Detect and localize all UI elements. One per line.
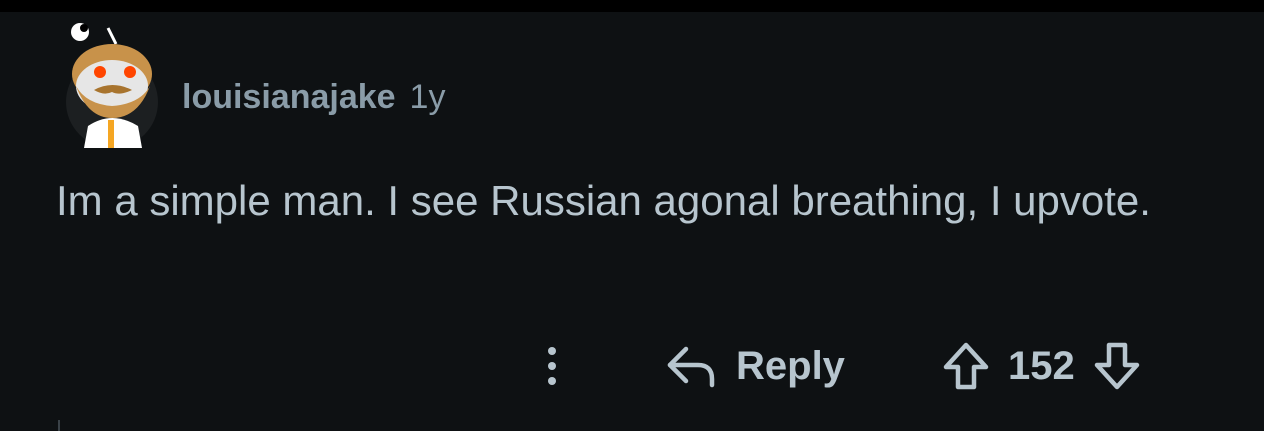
comment-header: louisianajake 1y xyxy=(182,78,445,122)
status-bar xyxy=(0,0,1264,12)
vote-count: 152 xyxy=(1008,343,1075,388)
upvote-button[interactable] xyxy=(940,341,992,391)
snoo-avatar-icon xyxy=(66,23,158,148)
vote-controls: 152 xyxy=(940,340,1143,392)
username-link[interactable]: louisianajake xyxy=(182,78,396,117)
reply-label: Reply xyxy=(736,343,845,388)
comment-body: Im a simple man. I see Russian agonal br… xyxy=(56,177,1151,224)
reply-arrow-icon xyxy=(667,346,715,388)
downvote-arrow-icon xyxy=(1094,342,1139,390)
comment-age: 1y xyxy=(409,78,446,116)
more-options-button[interactable] xyxy=(530,338,574,394)
thread-line xyxy=(58,420,60,431)
more-vertical-icon xyxy=(548,347,556,355)
reply-button[interactable]: Reply xyxy=(664,340,845,392)
upvote-arrow-icon xyxy=(943,342,989,390)
comment-actions: Reply 152 xyxy=(0,330,1264,402)
downvote-button[interactable] xyxy=(1091,341,1143,391)
avatar[interactable] xyxy=(58,14,166,148)
